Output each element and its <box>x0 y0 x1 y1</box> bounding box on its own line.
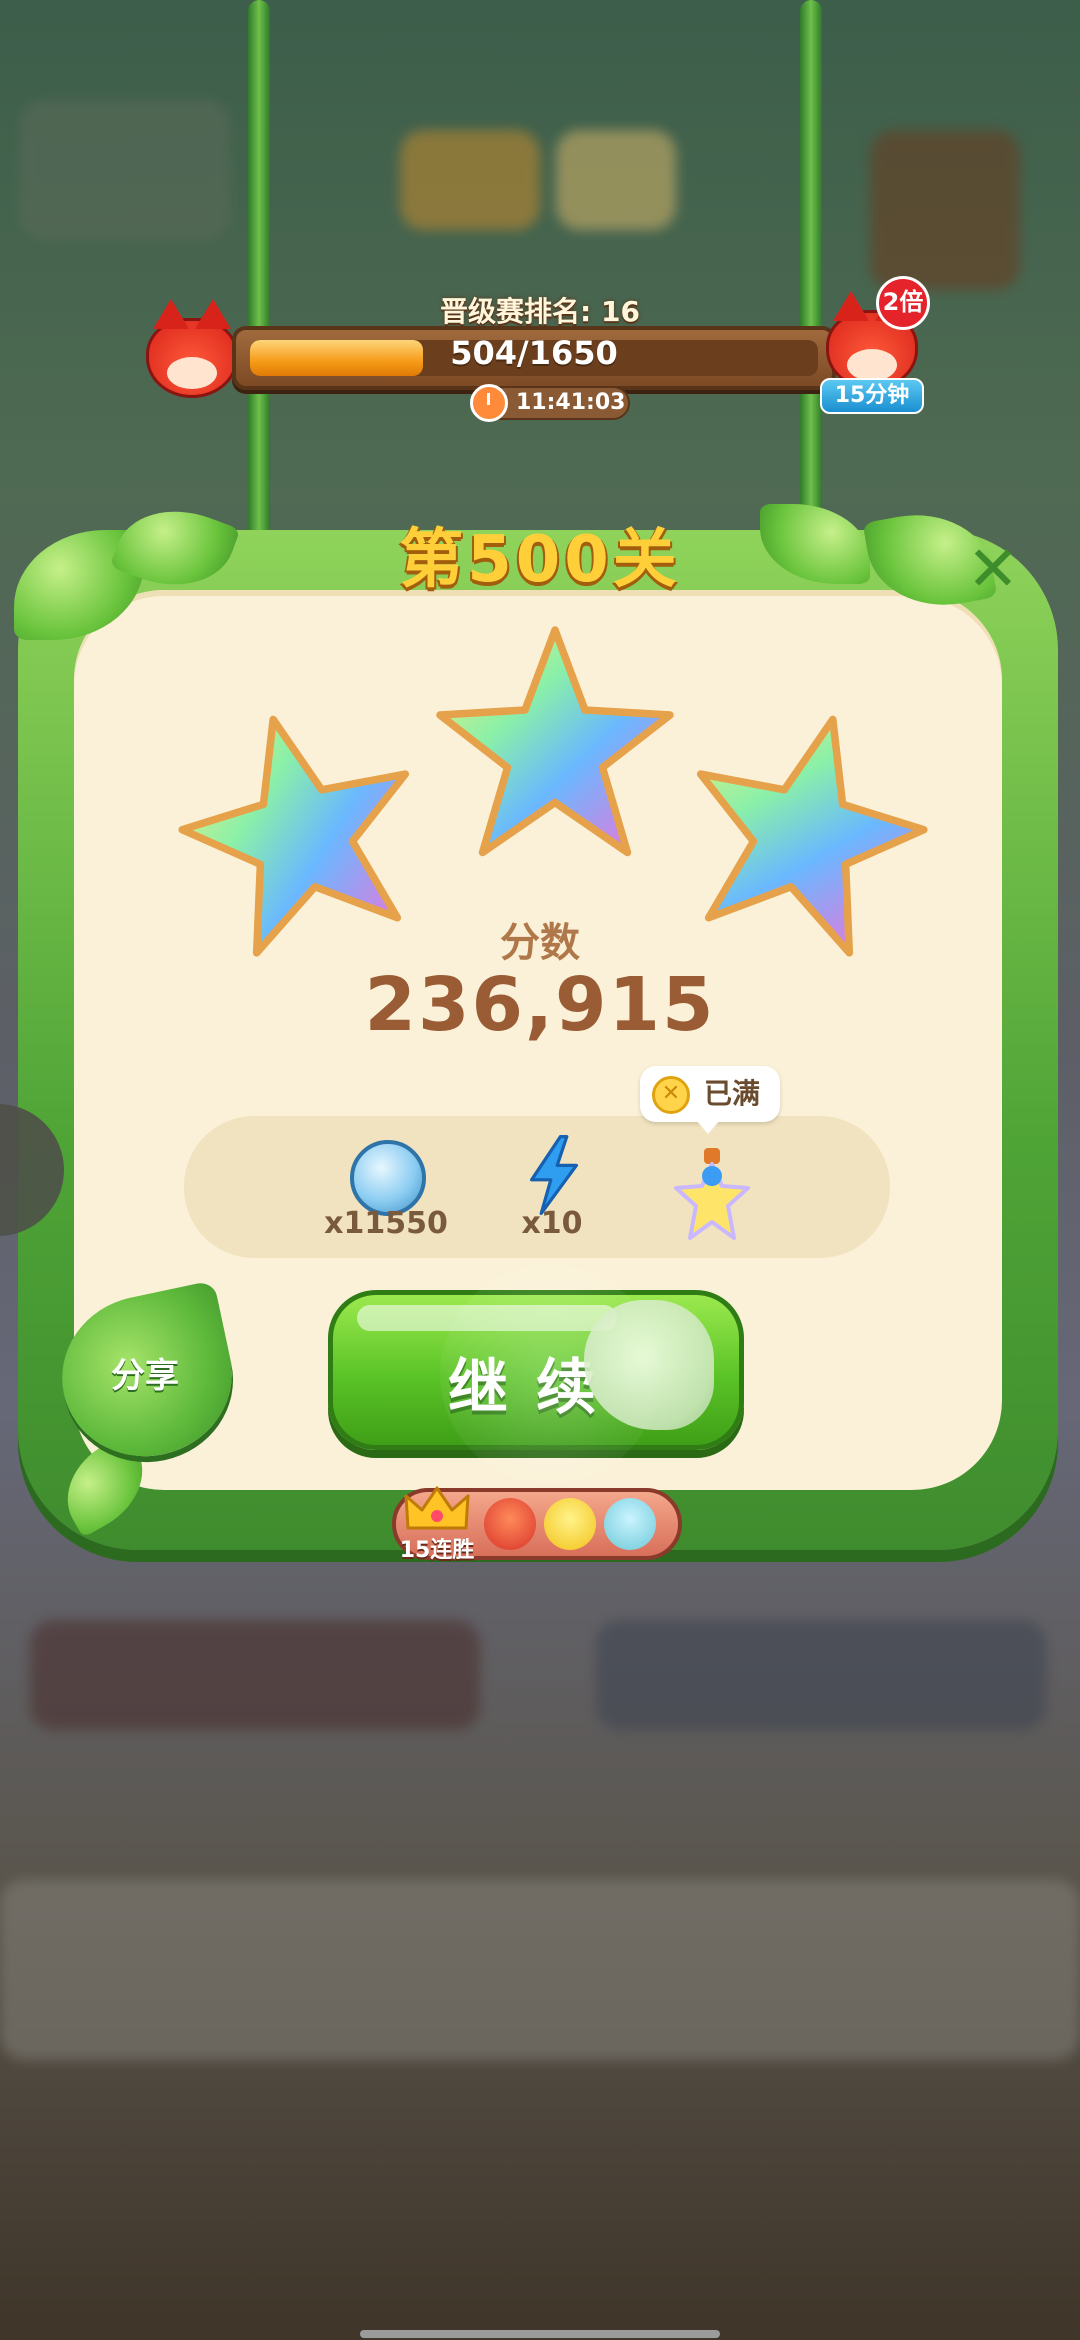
bonus-multiplier-badge: 2倍 <box>876 276 930 330</box>
bg-panel-left <box>20 100 230 240</box>
owl-mascot-icon <box>484 1498 536 1550</box>
bear-mascot-icon <box>604 1498 656 1550</box>
reward-coins: x11550 <box>316 1140 456 1260</box>
star-icon-2 <box>436 626 674 857</box>
bg-row-right <box>596 1620 1046 1730</box>
win-streak-label: 15连胜 <box>399 1538 475 1563</box>
reward-coins-count: x11550 <box>324 1206 448 1241</box>
full-status-tooltip: ✕ 已满 <box>640 1066 780 1134</box>
timer-text: 11:41:03 <box>516 390 626 415</box>
coin-icon <box>350 1140 426 1216</box>
bg-item-1 <box>400 130 540 230</box>
full-status-text: 已满 <box>704 1077 761 1110</box>
vine-left <box>248 0 270 560</box>
reward-energy: x10 <box>482 1135 622 1260</box>
share-button-label[interactable]: 分享 <box>70 1348 220 1397</box>
rank-progress-bar: 504/1650 <box>232 326 836 390</box>
close-coin-icon: ✕ <box>652 1076 690 1114</box>
lightning-icon <box>530 1135 578 1215</box>
level-title: 第500关 <box>399 523 681 597</box>
home-indicator <box>360 2330 720 2338</box>
close-button[interactable]: ✕ <box>950 530 1036 608</box>
progress-label: 504/1650 <box>450 334 618 372</box>
star-bottle-icon <box>674 1148 750 1240</box>
reward-energy-count: x10 <box>521 1206 583 1241</box>
score-label: 分数 <box>500 920 580 966</box>
bg-cloud <box>0 1880 1080 2060</box>
countdown-timer: 11:41:03 <box>470 384 630 422</box>
bg-chest <box>870 130 1020 290</box>
clock-icon <box>470 384 508 422</box>
bonus-duration-tag: 15分钟 <box>820 378 924 414</box>
vine-right <box>800 0 822 540</box>
bg-item-2 <box>556 130 676 230</box>
fox-avatar-left <box>146 299 238 398</box>
score-value: 236,915 <box>364 962 716 1048</box>
crown-icon <box>404 1486 470 1530</box>
chick-mascot-icon <box>544 1498 596 1550</box>
bg-row-left <box>30 1620 480 1730</box>
